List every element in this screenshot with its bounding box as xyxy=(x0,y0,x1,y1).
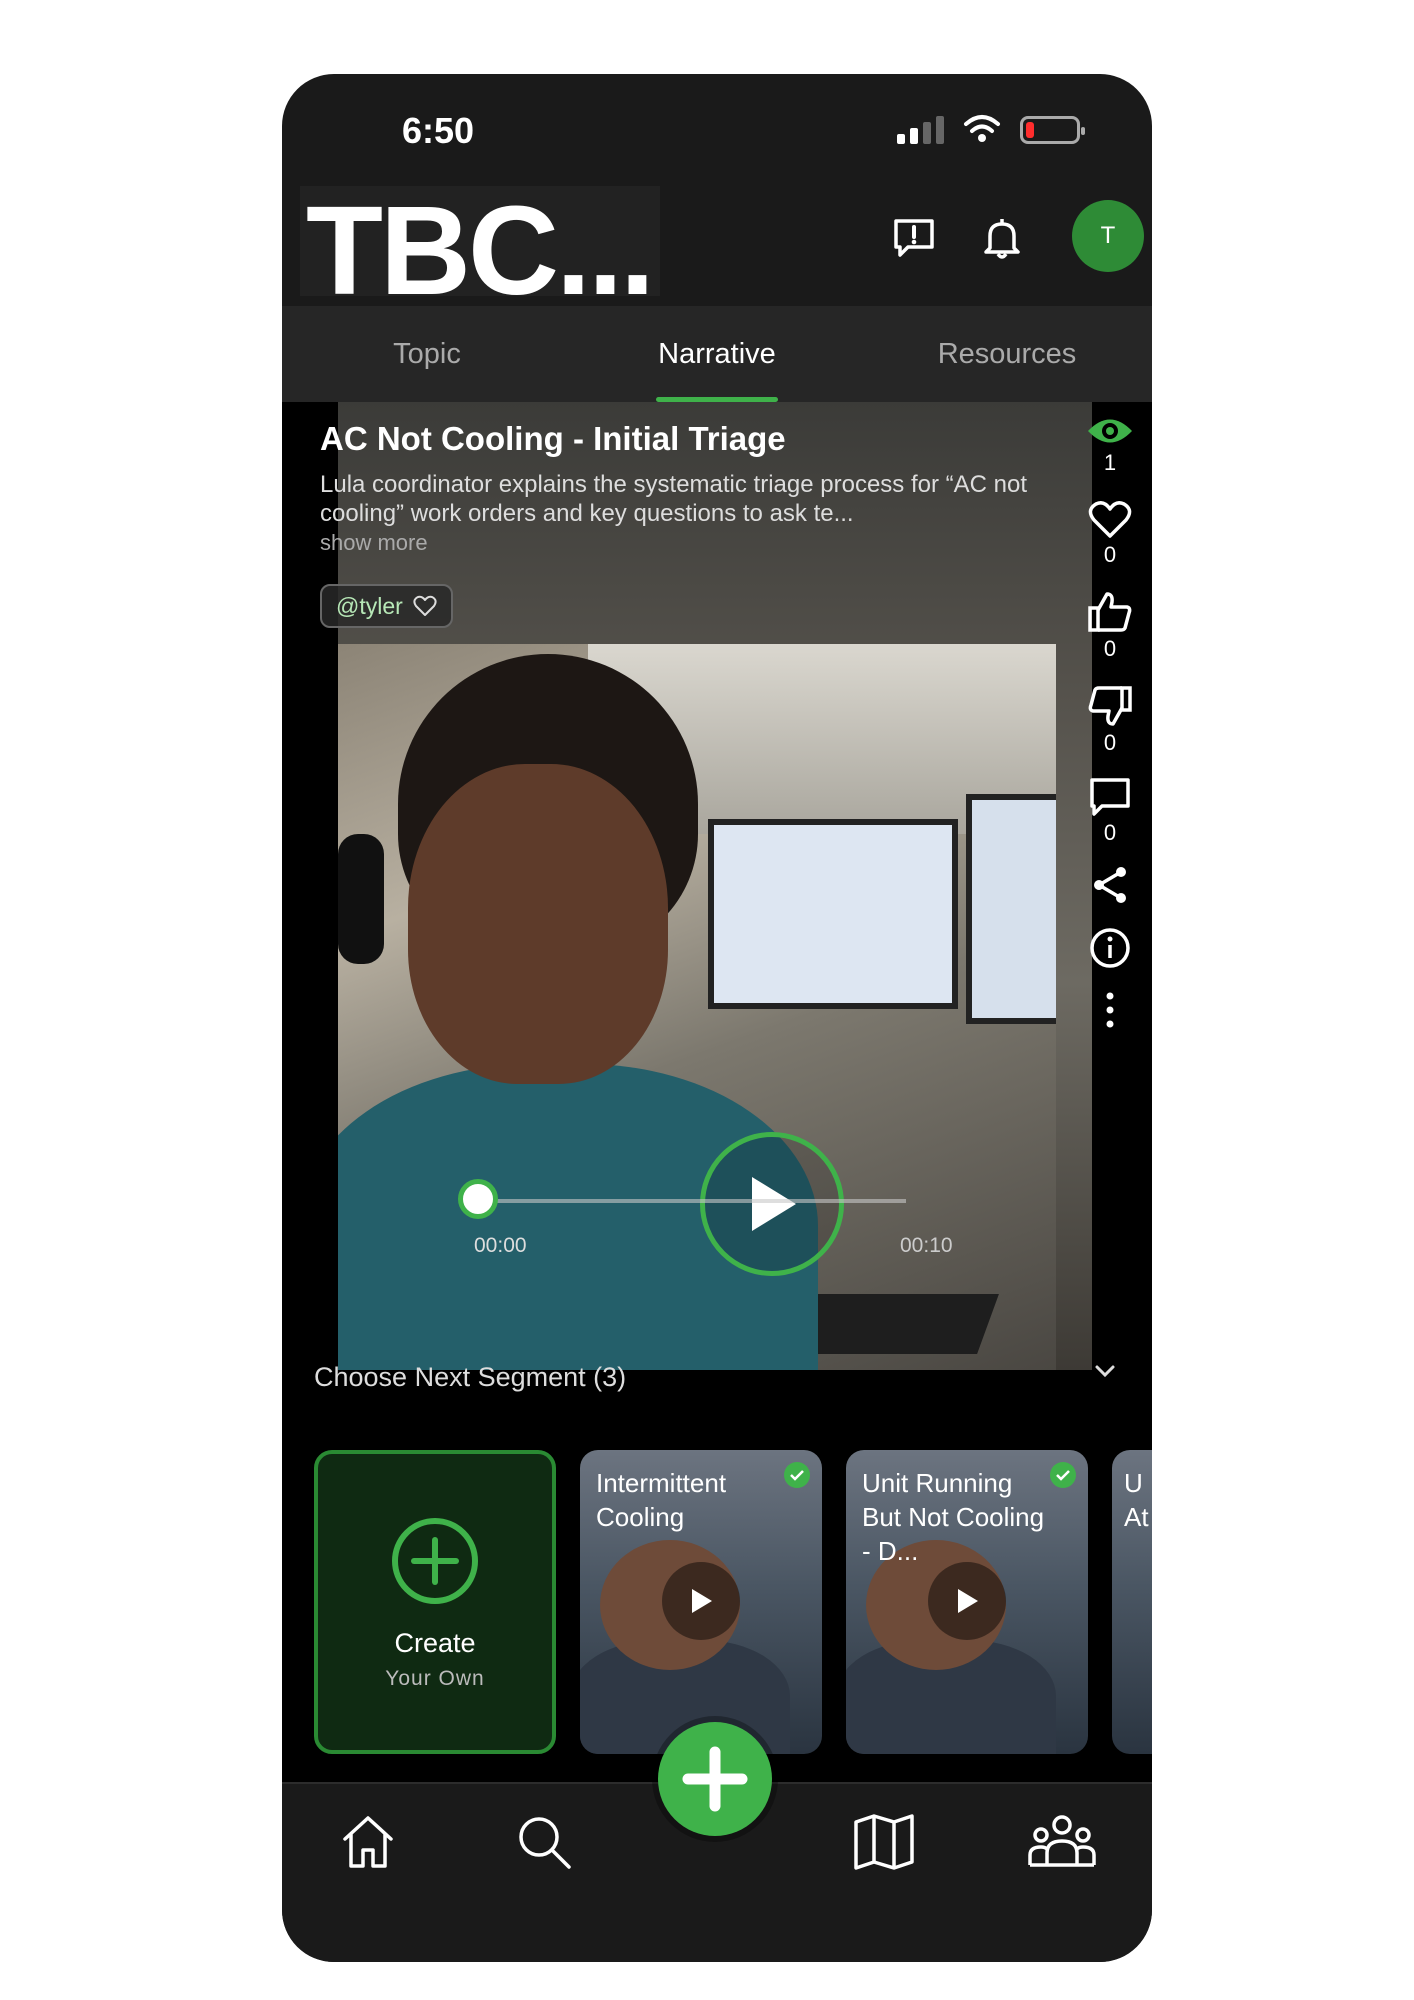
status-time: 6:50 xyxy=(402,110,475,151)
views-action[interactable]: 1 xyxy=(1068,414,1152,476)
heart-outline-icon xyxy=(413,595,437,616)
heart-icon xyxy=(1088,501,1132,538)
progress-handle[interactable] xyxy=(458,1179,498,1219)
segment-card-play[interactable] xyxy=(662,1562,740,1640)
brand-logo[interactable]: TBC... xyxy=(300,180,660,321)
thumbs-up-icon xyxy=(1088,592,1132,632)
share-icon xyxy=(1094,867,1126,903)
plus-icon xyxy=(682,1746,748,1812)
show-more-link[interactable]: show more xyxy=(320,530,428,556)
chevron-down-icon xyxy=(1095,1365,1115,1378)
tab-narrative[interactable]: Narrative xyxy=(572,306,862,402)
time-current: 00:00 xyxy=(474,1234,527,1257)
views-count: 1 xyxy=(1103,450,1117,475)
comments-count: 0 xyxy=(1103,820,1117,845)
play-icon xyxy=(692,1589,712,1613)
tab-bar: Topic Narrative Resources xyxy=(282,306,1152,402)
thumbs-down-count: 0 xyxy=(1103,730,1117,755)
nav-search[interactable] xyxy=(504,1802,584,1882)
signal-icon xyxy=(897,116,944,144)
feedback-icon xyxy=(894,219,934,257)
feedback-button[interactable] xyxy=(884,208,944,268)
create-fab[interactable] xyxy=(658,1722,772,1836)
people-icon xyxy=(1028,1815,1096,1867)
segment-card[interactable]: Intermittent Cooling xyxy=(580,1450,822,1754)
thumbs-up-count: 0 xyxy=(1103,636,1117,661)
comment-icon xyxy=(1090,778,1130,816)
eye-icon xyxy=(1088,419,1132,443)
watched-check-icon xyxy=(784,1462,810,1488)
play-icon xyxy=(752,1177,796,1231)
tab-topic[interactable]: Topic xyxy=(282,306,572,402)
status-icons xyxy=(897,114,1085,144)
segment-card[interactable]: U At xyxy=(1112,1450,1152,1754)
nav-map[interactable] xyxy=(844,1802,924,1882)
create-sublabel: Your Own xyxy=(385,1667,485,1690)
create-label: Create xyxy=(394,1628,476,1658)
info-action[interactable] xyxy=(1068,926,1152,970)
search-icon xyxy=(519,1817,571,1869)
segment-title: AC Not Cooling - Initial Triage xyxy=(320,420,786,457)
thumbs-up-action[interactable]: 0 xyxy=(1068,590,1152,662)
more-action[interactable] xyxy=(1068,992,1152,1028)
segment-card-title: U At xyxy=(1124,1468,1149,1532)
home-icon xyxy=(343,1816,393,1868)
next-segment-carousel[interactable]: Create Your Own Intermittent Cooling Uni… xyxy=(282,1450,1152,1760)
likes-count: 0 xyxy=(1103,542,1117,567)
author-name: @tyler xyxy=(336,592,403,619)
play-icon xyxy=(958,1589,978,1613)
plus-circle-icon xyxy=(392,1518,478,1604)
info-icon xyxy=(1090,928,1130,968)
play-button[interactable] xyxy=(700,1132,844,1276)
segment-card-title: Unit Running But Not Cooling - D... xyxy=(862,1468,1045,1566)
video-player[interactable]: 00:00 00:10 xyxy=(338,644,1056,1370)
thumbs-down-icon xyxy=(1088,686,1132,726)
narrative-content: AC Not Cooling - Initial Triage Lula coo… xyxy=(282,402,1152,1782)
create-your-own-card[interactable]: Create Your Own xyxy=(314,1450,556,1754)
next-segment-heading: Choose Next Segment (3) xyxy=(314,1362,627,1392)
segment-card[interactable]: Unit Running But Not Cooling - D... xyxy=(846,1450,1088,1754)
segment-card-play[interactable] xyxy=(928,1562,1006,1640)
time-total: 00:10 xyxy=(900,1234,953,1257)
nav-community[interactable] xyxy=(1022,1802,1102,1882)
nav-home[interactable] xyxy=(328,1802,408,1882)
user-avatar[interactable]: T xyxy=(1072,200,1144,272)
notifications-button[interactable] xyxy=(972,208,1032,268)
thumbs-down-action[interactable]: 0 xyxy=(1068,684,1152,756)
bell-icon xyxy=(984,219,1020,259)
phone-frame: 6:50 TBC... T Topic Narrative Resources … xyxy=(282,74,1152,1962)
comment-action[interactable]: 0 xyxy=(1068,776,1152,846)
brand-text: TBC... xyxy=(306,180,655,321)
map-icon xyxy=(854,1814,914,1870)
watched-check-icon xyxy=(1050,1462,1076,1488)
share-action[interactable] xyxy=(1068,864,1152,906)
segment-description: Lula coordinator explains the systematic… xyxy=(320,471,1028,527)
battery-icon xyxy=(1020,116,1085,144)
author-chip[interactable]: @tyler xyxy=(320,584,453,628)
collapse-toggle[interactable] xyxy=(1094,1364,1116,1383)
tab-resources[interactable]: Resources xyxy=(862,306,1152,402)
segment-card-title: Intermittent Cooling xyxy=(596,1468,727,1532)
progress-track[interactable] xyxy=(476,1199,906,1203)
more-vertical-icon xyxy=(1106,992,1114,1028)
like-action[interactable]: 0 xyxy=(1068,500,1152,568)
wifi-icon xyxy=(964,115,1000,142)
